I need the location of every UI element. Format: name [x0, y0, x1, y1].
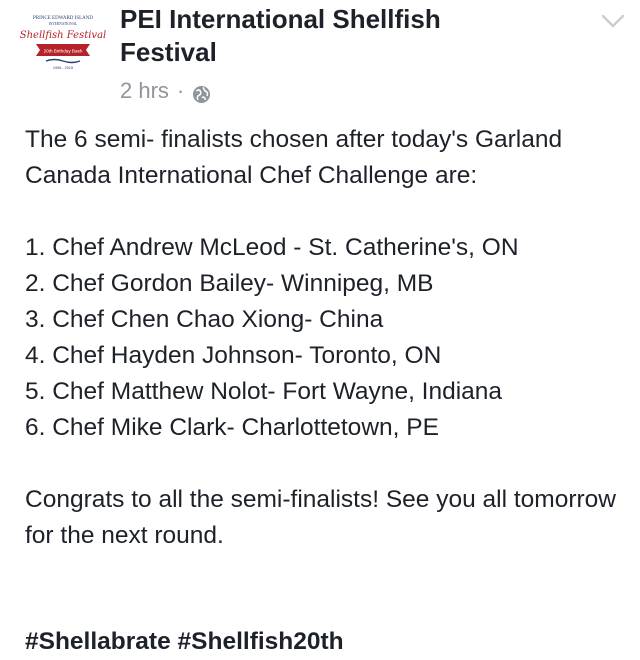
- chevron-down-icon[interactable]: [600, 12, 626, 30]
- logo-sub-text: INTERNATIONAL: [49, 22, 78, 26]
- finalist-item: 4. Chef Hayden Johnson- Toronto, ON: [25, 342, 442, 369]
- post-body: The 6 semi- finalists chosen after today…: [25, 122, 625, 554]
- finalist-item: 6. Chef Mike Clark- Charlottetown, PE: [25, 414, 439, 441]
- logo-ribbon-text: 20th Birthday Bash: [44, 49, 83, 54]
- hashtag-link[interactable]: #Shellfish20th: [178, 628, 344, 655]
- logo-years-text: 1996 - 2015: [53, 66, 73, 70]
- hashtag-link[interactable]: #Shellabrate: [25, 628, 171, 655]
- post-meta: 2 hrs ·: [120, 76, 211, 106]
- post-closing: Congrats to all the semi-finalists! See …: [25, 486, 616, 549]
- post-timestamp[interactable]: 2 hrs: [120, 76, 169, 106]
- facebook-post: PRINCE EDWARD ISLAND INTERNATIONAL Shell…: [0, 0, 640, 655]
- finalist-item: 5. Chef Matthew Nolot- Fort Wayne, India…: [25, 378, 503, 405]
- logo-top-text: PRINCE EDWARD ISLAND: [33, 16, 93, 21]
- finalist-item: 1. Chef Andrew McLeod - St. Catherine's,…: [25, 234, 519, 261]
- meta-separator: ·: [176, 78, 185, 103]
- logo-script-text: Shellfish Festival: [20, 30, 107, 41]
- globe-icon[interactable]: [192, 82, 211, 103]
- post-intro: The 6 semi- finalists chosen after today…: [25, 126, 563, 189]
- finalist-item: 2. Chef Gordon Bailey- Winnipeg, MB: [25, 270, 434, 297]
- hashtag-row: #Shellabrate #Shellfish20th: [25, 624, 344, 660]
- logo-wave: [45, 58, 81, 64]
- page-logo-avatar[interactable]: PRINCE EDWARD ISLAND INTERNATIONAL Shell…: [18, 8, 108, 74]
- page-name-link[interactable]: PEI International Shellfish Festival: [120, 3, 540, 69]
- finalist-item: 3. Chef Chen Chao Xiong- China: [25, 306, 384, 333]
